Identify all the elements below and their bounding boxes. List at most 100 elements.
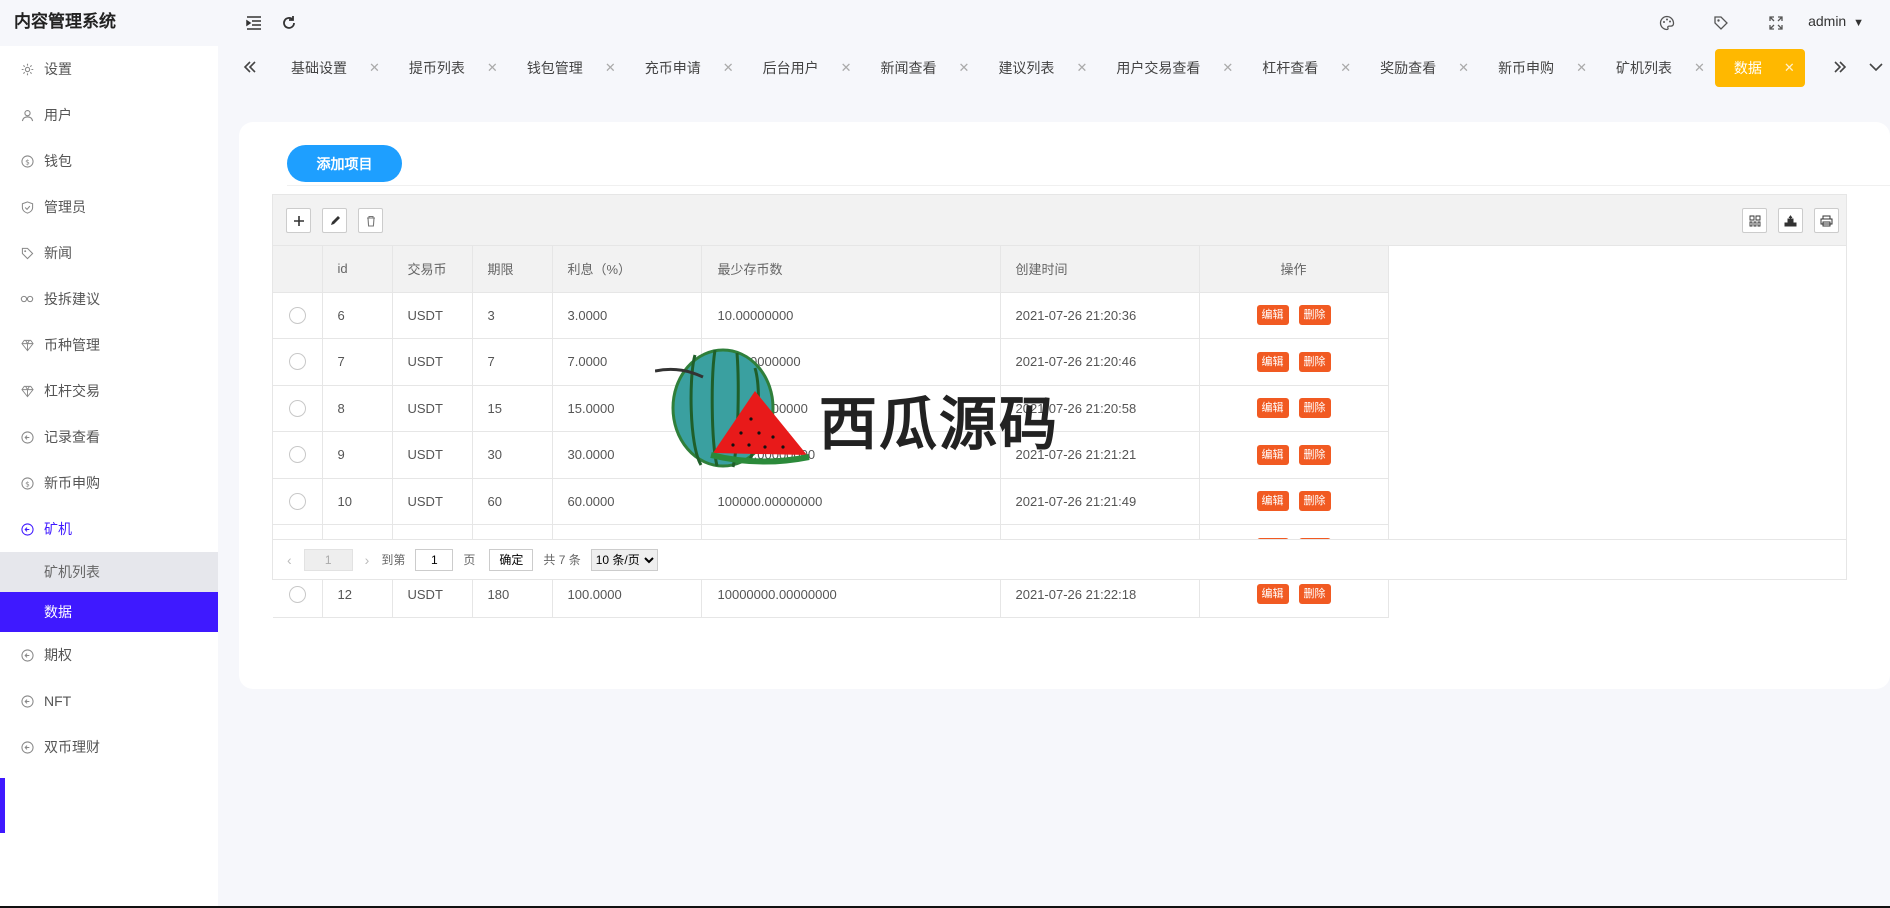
- tab-0[interactable]: 基础设置 ✕: [272, 49, 390, 87]
- tab-close-icon[interactable]: ✕: [605, 49, 616, 87]
- row-select-radio[interactable]: [288, 492, 306, 510]
- add-row-icon[interactable]: [286, 208, 311, 233]
- row-select-radio[interactable]: [288, 585, 306, 603]
- row-select-radio[interactable]: [288, 446, 306, 464]
- add-project-button[interactable]: 添加项目: [287, 145, 402, 182]
- tab-3[interactable]: 充币申请 ✕: [626, 49, 744, 87]
- tabs-bar: 基础设置 ✕ 提币列表 ✕ 钱包管理 ✕ 充币申请 ✕ 后台用户 ✕ 新闻查看 ✕ 建议列表 ✕ 用户交易查…: [218, 46, 1890, 88]
- sidebar-item-2[interactable]: $ 钱包: [0, 138, 218, 184]
- tab-9[interactable]: 奖励查看 ✕: [1361, 49, 1479, 87]
- row-select-cell: [273, 431, 323, 479]
- row-select-radio[interactable]: [288, 306, 306, 324]
- cell-coin: USDT: [392, 338, 473, 386]
- cell-id: 8: [322, 385, 393, 432]
- cell-coin: USDT: [392, 385, 473, 432]
- sidebar-item-1[interactable]: 用户: [0, 92, 218, 138]
- sidebar-item-0[interactable]: 设置: [0, 46, 218, 92]
- next-page-icon[interactable]: ›: [365, 552, 370, 568]
- edit-button[interactable]: 编辑: [1256, 444, 1289, 465]
- sidebar-item-3[interactable]: 管理员: [0, 184, 218, 230]
- tabs-scroll-right-icon[interactable]: [1826, 54, 1854, 80]
- sidebar-item-8[interactable]: 记录查看: [0, 414, 218, 460]
- pagination: ‹ 1 › 到第 页 确定 共 7 条 10 条/页: [273, 539, 1846, 579]
- delete-button[interactable]: 删除: [1298, 398, 1331, 419]
- row-select-radio[interactable]: [288, 399, 306, 417]
- tab-close-icon[interactable]: ✕: [723, 49, 734, 87]
- columns-filter-icon[interactable]: [1742, 208, 1767, 233]
- tab-close-icon[interactable]: ✕: [1784, 49, 1795, 87]
- tab-label: 基础设置: [291, 60, 347, 76]
- cell-interest: 30.0000: [552, 431, 702, 479]
- palette-icon[interactable]: [1657, 13, 1677, 33]
- edit-row-icon[interactable]: [322, 208, 347, 233]
- edit-button[interactable]: 编辑: [1256, 305, 1289, 326]
- sidebar-item-label: 记录查看: [44, 429, 100, 445]
- current-page[interactable]: 1: [303, 548, 353, 571]
- sidebar-item-11[interactable]: 期权: [0, 632, 218, 678]
- tab-5[interactable]: 新闻查看 ✕: [862, 49, 980, 87]
- edit-button[interactable]: 编辑: [1256, 351, 1289, 372]
- tab-label: 提币列表: [408, 60, 465, 76]
- sidebar-item-6[interactable]: 币种管理: [0, 322, 218, 368]
- submenu-item-data[interactable]: 数据: [0, 592, 218, 632]
- tab-2[interactable]: 钱包管理 ✕: [508, 49, 626, 87]
- tab-close-icon[interactable]: ✕: [1458, 49, 1469, 87]
- tab-close-icon[interactable]: ✕: [1222, 49, 1233, 87]
- row-select-radio[interactable]: [288, 353, 306, 371]
- table-row: 9 USDT 30 30.0000 10000.00000000 2021-07-26 2…: [273, 431, 1389, 479]
- edit-button[interactable]: 编辑: [1256, 491, 1289, 512]
- tab-10[interactable]: 新币申购 ✕: [1479, 49, 1597, 87]
- fullscreen-icon[interactable]: [1766, 13, 1786, 33]
- delete-button[interactable]: 删除: [1298, 444, 1331, 465]
- sidebar-item-10[interactable]: 矿机: [0, 506, 218, 552]
- sidebar-item-5[interactable]: 投拆建议: [0, 276, 218, 322]
- delete-row-icon[interactable]: [358, 208, 383, 233]
- submenu-item-miner-list[interactable]: 矿机列表: [0, 552, 218, 592]
- tabs-dropdown-icon[interactable]: [1862, 54, 1890, 80]
- collapse-menu-icon[interactable]: [244, 13, 264, 33]
- sidebar-item-4[interactable]: 新闻: [0, 230, 218, 276]
- goto-confirm-button[interactable]: 确定: [489, 548, 534, 571]
- tab-close-icon[interactable]: ✕: [959, 49, 970, 87]
- sidebar-item-9[interactable]: $ 新币申购: [0, 460, 218, 506]
- sidebar-item-13[interactable]: 双币理财: [0, 724, 218, 770]
- tab-close-icon[interactable]: ✕: [841, 49, 852, 87]
- page-label: 页: [463, 553, 476, 567]
- delete-button[interactable]: 删除: [1298, 351, 1331, 372]
- tab-11[interactable]: 矿机列表 ✕: [1597, 49, 1715, 87]
- tab-12[interactable]: 数据 ✕: [1714, 49, 1805, 87]
- refresh-icon[interactable]: [279, 13, 299, 33]
- tab-close-icon[interactable]: ✕: [369, 49, 380, 87]
- tab-8[interactable]: 杠杆查看 ✕: [1243, 49, 1361, 87]
- tab-close-icon[interactable]: ✕: [1076, 49, 1087, 87]
- tab-close-icon[interactable]: ✕: [487, 49, 498, 87]
- select-column-header: [273, 246, 323, 293]
- tabs-scroll-left-icon[interactable]: [236, 54, 264, 80]
- delete-button[interactable]: 删除: [1298, 305, 1331, 326]
- tab-close-icon[interactable]: ✕: [1340, 49, 1351, 87]
- row-select-cell: [273, 478, 323, 525]
- delete-button[interactable]: 删除: [1298, 584, 1331, 605]
- submenu-mining: 矿机列表 数据: [0, 552, 218, 632]
- tab-1[interactable]: 提币列表 ✕: [390, 49, 508, 87]
- tab-close-icon[interactable]: ✕: [1694, 49, 1705, 87]
- prev-page-icon[interactable]: ‹: [287, 552, 292, 568]
- edit-button[interactable]: 编辑: [1256, 584, 1289, 605]
- export-icon[interactable]: [1778, 208, 1803, 233]
- cell-min-deposit: 100000.00000000: [701, 478, 1001, 525]
- user-icon: [19, 107, 35, 123]
- goto-page-input[interactable]: [415, 548, 454, 571]
- tab-7[interactable]: 用户交易查看 ✕: [1097, 49, 1243, 87]
- admin-user-menu[interactable]: admin ▼: [1808, 13, 1864, 29]
- diamond-icon: [19, 383, 35, 399]
- sidebar-item-7[interactable]: 杠杆交易: [0, 368, 218, 414]
- delete-button[interactable]: 删除: [1298, 491, 1331, 512]
- page-size-select[interactable]: 10 条/页: [590, 548, 658, 571]
- print-icon[interactable]: [1814, 208, 1839, 233]
- tag-icon[interactable]: [1711, 13, 1731, 33]
- sidebar-item-12[interactable]: NFT: [0, 678, 218, 724]
- edit-button[interactable]: 编辑: [1256, 398, 1289, 419]
- tab-close-icon[interactable]: ✕: [1576, 49, 1587, 87]
- tab-6[interactable]: 建议列表 ✕: [979, 49, 1097, 87]
- tab-4[interactable]: 后台用户 ✕: [744, 49, 862, 87]
